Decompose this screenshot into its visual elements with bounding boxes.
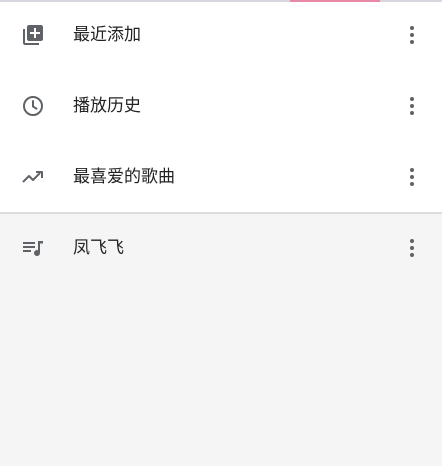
playlist-label: 最喜爱的歌曲: [73, 167, 175, 187]
playlist-row-favorites[interactable]: 最喜爱的歌曲: [0, 142, 442, 212]
playlist-row-recently-added[interactable]: 最近添加: [0, 0, 442, 70]
playlist-add-icon: [23, 25, 43, 45]
more-vert-icon[interactable]: [400, 236, 424, 260]
trending-up-icon: [22, 171, 43, 183]
playlist-row-history[interactable]: 播放历史: [0, 71, 442, 141]
playlist-label: 凤飞飞: [73, 238, 124, 258]
playlist-label: 播放历史: [73, 96, 141, 116]
playlist-label: 最近添加: [73, 25, 141, 45]
more-vert-icon[interactable]: [400, 165, 424, 189]
playlist-row-user[interactable]: 凤飞飞: [0, 213, 442, 283]
more-vert-icon[interactable]: [400, 94, 424, 118]
more-vert-icon[interactable]: [400, 23, 424, 47]
history-clock-icon: [23, 96, 43, 116]
queue-music-icon: [23, 241, 43, 257]
